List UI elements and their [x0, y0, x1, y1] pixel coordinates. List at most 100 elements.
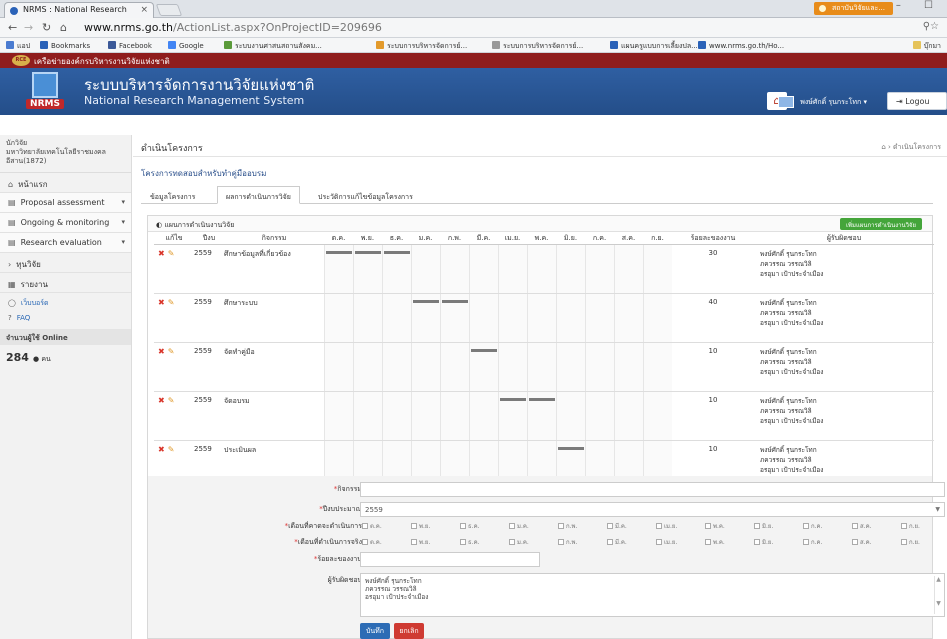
bookmark-item[interactable]: ระบบงานศาสนสถานสังคม... [224, 41, 322, 52]
sidebar-item-report[interactable]: ▦ รายงาน [0, 273, 131, 293]
edit-pencil-icon[interactable]: ✎ [168, 298, 175, 307]
plan-month-checkbox[interactable]: ก.พ. [558, 521, 577, 531]
sidebar-item-webboard[interactable]: ◯ เว็บบอร์ด [0, 293, 131, 309]
nrms-logo[interactable]: NRMS [26, 72, 64, 110]
faq-link[interactable]: FAQ [17, 314, 31, 322]
checkbox-box[interactable] [656, 539, 662, 545]
actual-month-checkbox[interactable]: พ.ค. [705, 537, 725, 547]
tab-research-results[interactable]: ผลการดำเนินการวิจัย [217, 186, 300, 204]
edit-pencil-icon[interactable]: ✎ [168, 445, 175, 454]
actual-month-checkbox[interactable]: ก.พ. [558, 537, 577, 547]
sidebar-item-research-fund[interactable]: › ทุนวิจัย [0, 253, 131, 273]
checkbox-box[interactable] [754, 539, 760, 545]
checkbox-box[interactable] [901, 539, 907, 545]
delete-icon[interactable]: ✖ [158, 298, 165, 307]
checkbox-box[interactable] [509, 539, 515, 545]
checkbox-box[interactable] [558, 523, 564, 529]
new-tab-button[interactable] [155, 4, 183, 16]
checkbox-box[interactable] [509, 523, 515, 529]
bookmark-item[interactable]: Google [168, 41, 204, 50]
plan-month-checkbox[interactable]: พ.ค. [705, 521, 725, 531]
checkbox-box[interactable] [754, 523, 760, 529]
actual-month-checkbox[interactable]: พ.ย. [411, 537, 430, 547]
cancel-button[interactable]: ยกเลิก [394, 623, 424, 639]
reload-icon[interactable]: ↻ [42, 21, 51, 34]
actual-month-checkbox[interactable]: ส.ค. [852, 537, 872, 547]
plan-month-checkbox[interactable]: พ.ย. [411, 521, 430, 531]
year-select[interactable]: 2559 ▼ [360, 502, 945, 517]
logout-button[interactable]: ⇥ Logou [887, 92, 947, 110]
checkbox-box[interactable] [852, 523, 858, 529]
delete-icon[interactable]: ✖ [158, 249, 165, 258]
delete-icon[interactable]: ✖ [158, 347, 165, 356]
checkbox-box[interactable] [558, 539, 564, 545]
delete-icon[interactable]: ✖ [158, 396, 165, 405]
add-plan-button[interactable]: เพิ่มแผนการดำเนินงานวิจัย [840, 218, 922, 230]
forward-arrow-icon[interactable]: → [24, 21, 33, 34]
checkbox-box[interactable] [705, 523, 711, 529]
bookmarks-folder[interactable]: บุ๊กมา [912, 41, 941, 52]
save-button[interactable]: บันทึก [360, 623, 390, 639]
checkbox-box[interactable] [460, 539, 466, 545]
checkbox-box[interactable] [803, 539, 809, 545]
checkbox-box[interactable] [411, 539, 417, 545]
sidebar-item-ongoing-monitoring[interactable]: ▤ Ongoing & monitoring ▾ [0, 213, 131, 233]
window-controls[interactable]: – ☐ [896, 0, 943, 11]
url-input[interactable]: www.nrms.go.th/ActionList.aspx?OnProject… [84, 21, 917, 35]
sidebar-item-proposal-assessment[interactable]: ▤ Proposal assessment ▾ [0, 193, 131, 213]
plan-month-checkbox[interactable]: ก.ค. [803, 521, 822, 531]
checkbox-box[interactable] [362, 523, 368, 529]
plan-month-checkbox[interactable]: ธ.ค. [460, 521, 480, 531]
tab-project-info[interactable]: ข้อมูลโครงการ [141, 186, 204, 204]
actual-month-checkbox[interactable]: ต.ค. [362, 537, 382, 547]
plan-month-checkbox[interactable]: เม.ย. [656, 521, 677, 531]
bookmark-item[interactable]: Bookmarks [40, 41, 90, 50]
bookmark-item[interactable]: แอป [6, 41, 30, 52]
checkbox-box[interactable] [901, 523, 907, 529]
edit-pencil-icon[interactable]: ✎ [168, 396, 175, 405]
user-menu-button[interactable]: พงษ์ศักดิ์ รุนกระโทก ▾ [774, 94, 873, 110]
checkbox-box[interactable] [607, 539, 613, 545]
checkbox-box[interactable] [705, 539, 711, 545]
bookmark-item[interactable]: www.nrms.go.th/Ho... [698, 41, 784, 50]
plan-month-checkbox[interactable]: ส.ค. [852, 521, 872, 531]
sidebar-item-research-evaluation[interactable]: ▤ Research evaluation ▾ [0, 233, 131, 253]
plan-month-checkbox[interactable]: ต.ค. [362, 521, 382, 531]
breadcrumb[interactable]: ⌂ › ดำเนินโครงการ [881, 142, 941, 153]
bookmark-item[interactable]: ระบบการบริหารจัดการย์... [492, 41, 583, 52]
actual-month-checkbox[interactable]: มี.ค. [607, 537, 627, 547]
actual-month-checkbox[interactable]: ก.ย. [901, 537, 920, 547]
plan-month-checkbox[interactable]: ก.ย. [901, 521, 920, 531]
checkbox-box[interactable] [656, 523, 662, 529]
browser-profile-chip[interactable]: สถาบันวิจัยและ... [813, 2, 893, 15]
textarea-scrollbar[interactable]: ▲ ▼ [934, 576, 942, 614]
plan-month-checkbox[interactable]: มิ.ย. [754, 521, 773, 531]
checkbox-box[interactable] [852, 539, 858, 545]
edit-pencil-icon[interactable]: ✎ [168, 347, 175, 356]
zoom-icon[interactable]: ⚲☆ [923, 21, 939, 32]
bookmark-item[interactable]: Facebook [108, 41, 152, 50]
edit-pencil-icon[interactable]: ✎ [168, 249, 175, 258]
delete-icon[interactable]: ✖ [158, 445, 165, 454]
bookmark-item[interactable]: ระบบการบริหารจัดการย์... [376, 41, 467, 52]
sidebar-item-home[interactable]: ⌂ หน้าแรก [0, 173, 131, 193]
tab-edit-history[interactable]: ประวัติการแก้ไขข้อมูลโครงการ [309, 186, 422, 204]
tab-close-icon[interactable]: × [140, 5, 148, 15]
plan-month-checkbox[interactable]: ม.ค. [509, 521, 529, 531]
checkbox-box[interactable] [460, 523, 466, 529]
browser-tab[interactable]: NRMS : National Research × [4, 2, 154, 18]
checkbox-box[interactable] [803, 523, 809, 529]
checkbox-box[interactable] [411, 523, 417, 529]
actual-month-checkbox[interactable]: ม.ค. [509, 537, 529, 547]
activity-input[interactable] [360, 482, 945, 497]
actual-month-checkbox[interactable]: เม.ย. [656, 537, 677, 547]
actual-month-checkbox[interactable]: ธ.ค. [460, 537, 480, 547]
checkbox-box[interactable] [607, 523, 613, 529]
actual-month-checkbox[interactable]: มิ.ย. [754, 537, 773, 547]
bookmark-item[interactable]: แผนครูแบบการเลี้ยงปล... [610, 41, 698, 52]
home-icon[interactable]: ⌂ [60, 21, 67, 34]
webboard-link[interactable]: เว็บบอร์ด [21, 299, 49, 307]
plan-month-checkbox[interactable]: มี.ค. [607, 521, 627, 531]
actual-month-checkbox[interactable]: ก.ค. [803, 537, 822, 547]
responsible-textarea[interactable]: พงษ์ศักดิ์ รุนกระโทก ภควรรณ วรรณวิลิ อรอ… [360, 573, 945, 617]
